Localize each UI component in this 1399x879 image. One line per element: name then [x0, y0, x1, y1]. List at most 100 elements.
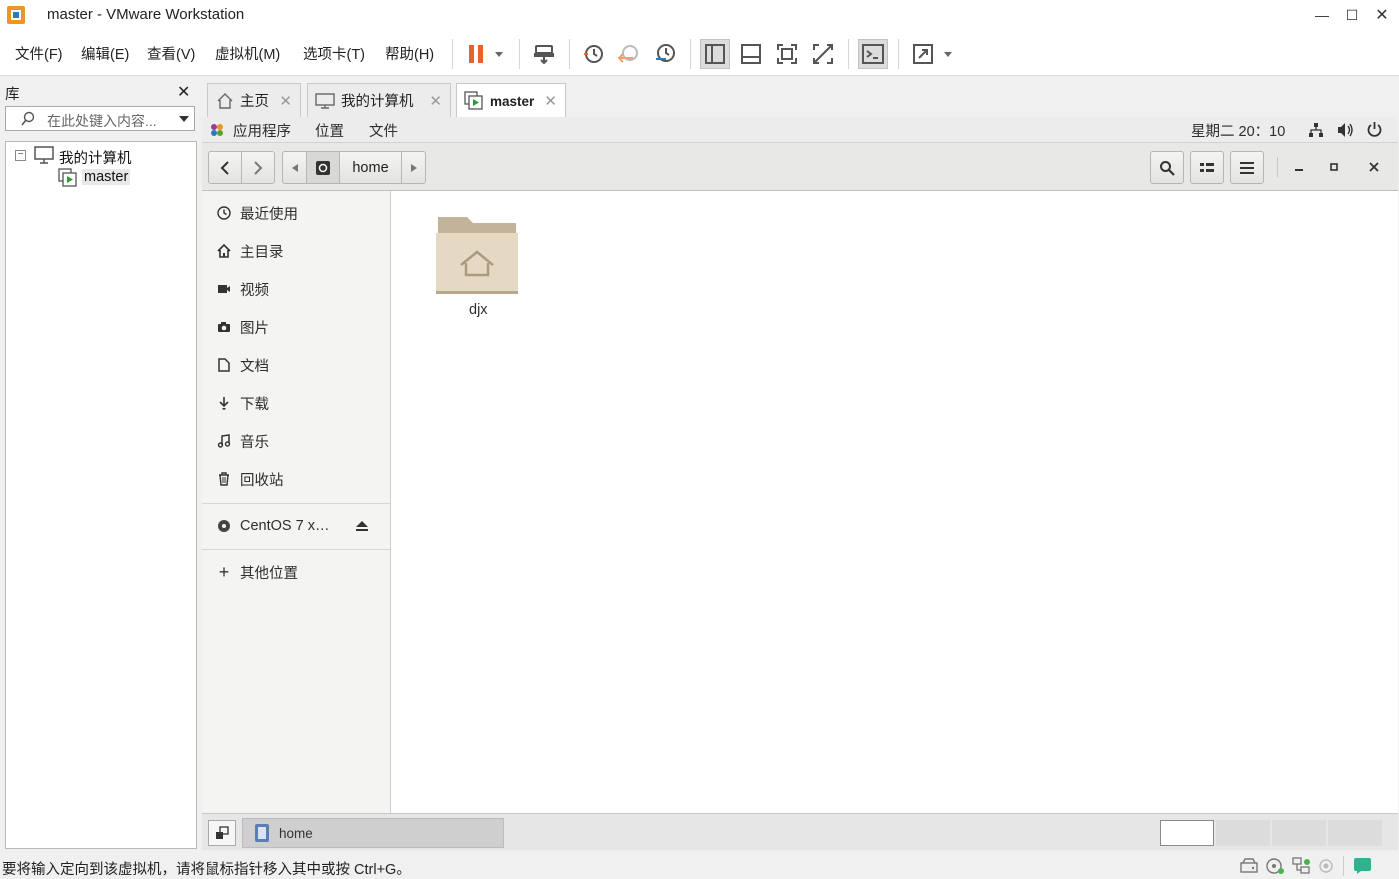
- workspace-3[interactable]: [1272, 820, 1326, 846]
- snapshot-icon[interactable]: [578, 39, 608, 69]
- menu-view[interactable]: 查看(V): [147, 43, 195, 64]
- plus-icon: +: [218, 561, 230, 582]
- tab-close-icon[interactable]: ✕: [544, 92, 557, 110]
- show-library-icon[interactable]: [700, 39, 730, 69]
- path-right-button[interactable]: [401, 151, 426, 184]
- sidebar-separator: [202, 549, 390, 550]
- library-tree: − 我的计算机 master: [5, 141, 197, 849]
- header-separator: [1277, 157, 1278, 177]
- workspace-1[interactable]: [1160, 820, 1214, 846]
- tab-close-icon[interactable]: ✕: [429, 92, 442, 110]
- place-label: 文档: [240, 358, 269, 375]
- search-button[interactable]: [1150, 151, 1184, 184]
- home-folder-icon: [436, 217, 518, 294]
- place-device-centos[interactable]: CentOS 7 x…: [202, 507, 390, 545]
- clock[interactable]: 星期二 20：10: [1191, 120, 1285, 141]
- toolbar-separator: [452, 39, 453, 69]
- network-adapter-icon[interactable]: [1291, 857, 1311, 875]
- menu-places[interactable]: 位置: [315, 120, 344, 141]
- home-icon: [217, 244, 231, 258]
- vm-running-icon: [464, 91, 483, 110]
- window-minimize-button[interactable]: [1287, 157, 1311, 177]
- tab-label: master: [490, 93, 535, 109]
- tab-home[interactable]: 主页 ✕: [207, 83, 301, 117]
- path-left-button[interactable]: [282, 151, 307, 184]
- vmware-logo-icon: [6, 5, 26, 25]
- stretch-guest-icon[interactable]: [908, 39, 938, 69]
- menu-vm[interactable]: 虚拟机(M): [215, 43, 280, 64]
- place-recent[interactable]: 最近使用: [202, 194, 390, 232]
- taskbar-item-label: home: [279, 825, 313, 841]
- tab-close-icon[interactable]: ✕: [279, 92, 292, 110]
- window-maximize-button[interactable]: [1322, 157, 1346, 177]
- tab-my-computer[interactable]: 我的计算机 ✕: [307, 83, 451, 117]
- view-list-button[interactable]: [1190, 151, 1224, 184]
- menu-help[interactable]: 帮助(H): [385, 43, 434, 64]
- place-downloads[interactable]: 下载: [202, 384, 390, 422]
- menu-edit[interactable]: 编辑(E): [81, 43, 129, 64]
- menu-button[interactable]: [1230, 151, 1264, 184]
- back-arrow-icon: [220, 160, 229, 175]
- tree-item-my-computer[interactable]: 我的计算机: [59, 147, 132, 168]
- path-root-button[interactable]: [306, 151, 340, 184]
- forward-button[interactable]: [241, 151, 275, 184]
- status-message: 要将输入定向到该虚拟机，请将鼠标指针移入其中或按 Ctrl+G。: [2, 862, 411, 878]
- place-label: 主目录: [240, 244, 284, 261]
- taskbar-item-home[interactable]: home: [242, 818, 504, 848]
- applications-icon: [211, 124, 223, 136]
- message-log-icon[interactable]: [1353, 857, 1373, 875]
- library-search-input[interactable]: 在此处键入内容...: [5, 106, 195, 131]
- thumbnail-bar-icon[interactable]: [736, 39, 766, 69]
- menu-files[interactable]: 文件: [369, 120, 398, 141]
- video-icon: [218, 285, 230, 293]
- library-close-icon[interactable]: ✕: [177, 82, 190, 102]
- hard-disk-icon[interactable]: [1239, 857, 1259, 875]
- menu-file[interactable]: 文件(F): [15, 43, 63, 64]
- close-button[interactable]: ✕: [1367, 2, 1397, 28]
- show-desktop-button[interactable]: [208, 820, 236, 846]
- snapshot-manager-icon[interactable]: [650, 39, 680, 69]
- place-music[interactable]: 音乐: [202, 422, 390, 460]
- search-dropdown-icon[interactable]: [178, 114, 190, 124]
- window-close-button[interactable]: [1362, 157, 1386, 177]
- pause-dropdown-icon[interactable]: [494, 49, 504, 59]
- sound-card-icon[interactable]: [1317, 857, 1337, 875]
- file-item-djx[interactable]: [435, 211, 519, 295]
- place-pictures[interactable]: 图片: [202, 308, 390, 346]
- power-icon[interactable]: [1366, 121, 1383, 138]
- tree-collapse-icon[interactable]: −: [15, 150, 26, 161]
- revert-snapshot-icon[interactable]: [614, 39, 644, 69]
- place-label: 回收站: [240, 472, 284, 489]
- maximize-icon: [1330, 163, 1338, 171]
- maximize-button[interactable]: ☐: [1337, 2, 1367, 28]
- drive-icon: [316, 160, 330, 175]
- network-icon[interactable]: [1308, 122, 1324, 138]
- menu-tabs[interactable]: 选项卡(T): [303, 43, 365, 64]
- place-trash[interactable]: 回收站: [202, 460, 390, 498]
- minimize-button[interactable]: —: [1307, 2, 1337, 28]
- tree-item-master[interactable]: master: [82, 169, 131, 185]
- back-button[interactable]: [208, 151, 242, 184]
- place-videos[interactable]: 视频: [202, 270, 390, 308]
- music-icon: [217, 434, 231, 448]
- path-home-button[interactable]: home: [339, 151, 402, 184]
- place-documents[interactable]: 文档: [202, 346, 390, 384]
- vm-running-icon: [58, 168, 77, 187]
- workspace-2[interactable]: [1216, 820, 1270, 846]
- workspace-4[interactable]: [1328, 820, 1382, 846]
- stretch-dropdown-icon[interactable]: [943, 49, 953, 59]
- volume-icon[interactable]: [1337, 122, 1355, 138]
- full-screen-icon[interactable]: [772, 39, 802, 69]
- place-other-locations[interactable]: + 其他位置: [202, 553, 390, 591]
- sidebar-separator: [202, 503, 390, 504]
- tab-master[interactable]: master ✕: [456, 83, 566, 118]
- place-home[interactable]: 主目录: [202, 232, 390, 270]
- eject-icon[interactable]: [355, 520, 369, 532]
- place-label: CentOS 7 x…: [240, 518, 330, 534]
- cd-dvd-icon[interactable]: [1265, 857, 1285, 875]
- pause-icon[interactable]: [461, 39, 491, 69]
- send-ctrl-alt-del-icon[interactable]: [529, 39, 559, 69]
- unity-mode-icon[interactable]: [808, 39, 838, 69]
- menu-applications[interactable]: 应用程序: [233, 120, 291, 141]
- console-view-icon[interactable]: [858, 39, 888, 69]
